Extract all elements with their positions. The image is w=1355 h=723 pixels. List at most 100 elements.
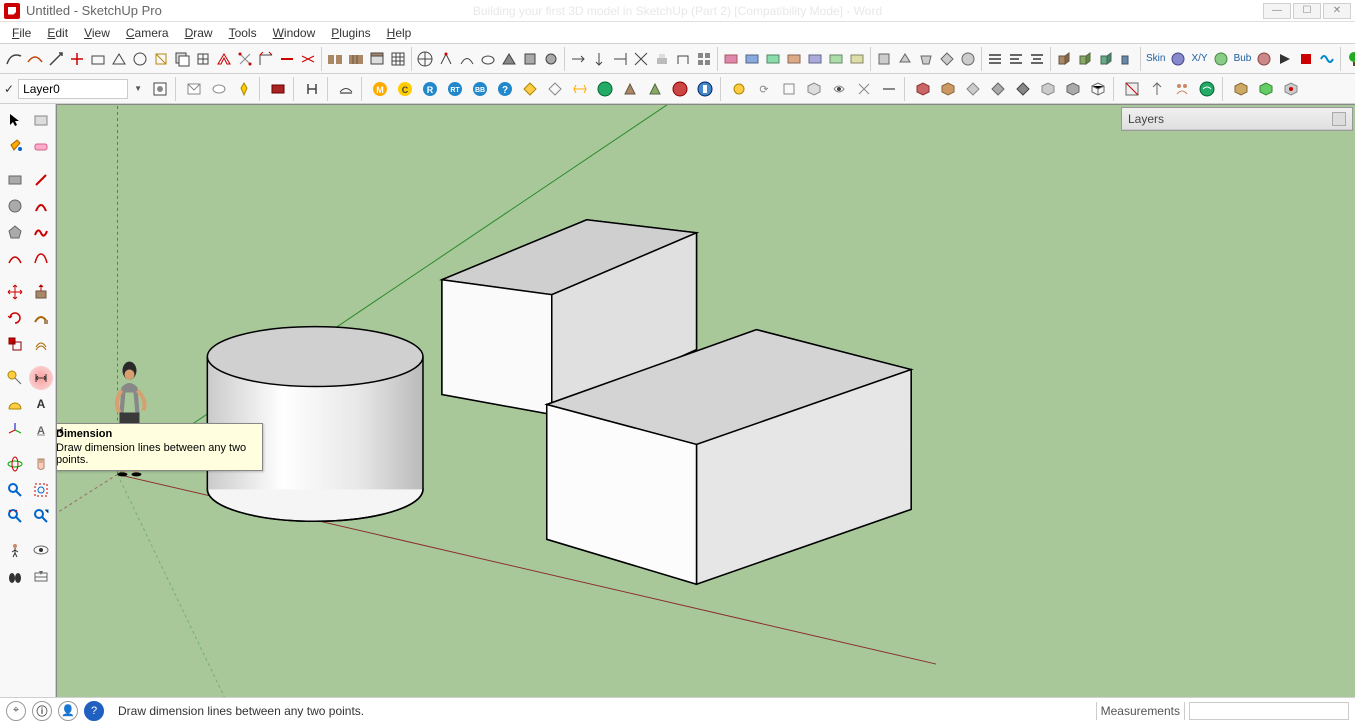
layers-panel-header[interactable]: Layers <box>1122 108 1352 130</box>
tool-icon[interactable] <box>936 77 960 101</box>
tool-icon[interactable] <box>1054 47 1074 71</box>
tool-icon[interactable] <box>266 77 290 101</box>
tool-icon[interactable] <box>721 47 741 71</box>
tool-icon[interactable]: ⟳ <box>752 77 776 101</box>
toolbar-label-xy[interactable]: X/Y <box>1189 53 1209 64</box>
tool-icon[interactable] <box>618 77 642 101</box>
tool-icon[interactable] <box>877 77 901 101</box>
tool-icon[interactable] <box>67 47 87 71</box>
menu-window[interactable]: Window <box>265 24 324 42</box>
round-icon-help[interactable]: ? <box>493 77 517 101</box>
tool-icon[interactable] <box>109 47 129 71</box>
round-icon-r[interactable]: R <box>418 77 442 101</box>
layers-panel-toggle[interactable] <box>1332 112 1346 126</box>
tool-icon[interactable] <box>593 77 617 101</box>
maximize-button[interactable]: ☐ <box>1293 3 1321 19</box>
tool-icon[interactable] <box>1086 77 1110 101</box>
tool-icon[interactable] <box>1117 47 1137 71</box>
tool-icon[interactable] <box>300 77 324 101</box>
round-icon-rt[interactable]: RT <box>443 77 467 101</box>
tool-icon[interactable] <box>961 77 985 101</box>
tool-icon[interactable] <box>610 47 630 71</box>
position-camera-icon[interactable] <box>3 538 27 562</box>
geo-location-icon[interactable]: ⌖ <box>6 701 26 721</box>
tool-icon[interactable] <box>784 47 804 71</box>
tool-icon[interactable] <box>518 77 542 101</box>
tool-icon[interactable] <box>436 47 456 71</box>
zoom-tool-icon[interactable] <box>3 478 27 502</box>
tool-icon[interactable] <box>1229 77 1253 101</box>
tool-icon[interactable] <box>852 77 876 101</box>
tool-icon[interactable] <box>1075 47 1095 71</box>
tool-icon[interactable] <box>388 47 408 71</box>
tool-icon[interactable] <box>986 77 1010 101</box>
tool-icon[interactable] <box>668 77 692 101</box>
menu-draw[interactable]: Draw <box>177 24 221 42</box>
tool-icon[interactable] <box>235 47 255 71</box>
tool-icon[interactable] <box>589 47 609 71</box>
menu-file[interactable]: File <box>4 24 39 42</box>
measurements-input[interactable] <box>1189 702 1349 720</box>
tree-icon[interactable] <box>1344 47 1355 71</box>
rectangle-tool-icon[interactable] <box>3 168 27 192</box>
close-button[interactable]: ✕ <box>1323 3 1351 19</box>
tool-icon[interactable] <box>1168 47 1188 71</box>
tool-icon[interactable] <box>1211 47 1231 71</box>
tool-icon[interactable] <box>232 77 256 101</box>
tool-icon[interactable] <box>1011 77 1035 101</box>
dimension-tool-icon[interactable] <box>29 366 53 390</box>
tool-icon[interactable] <box>1036 77 1060 101</box>
credits-icon[interactable]: ⓘ <box>32 701 52 721</box>
tool-icon[interactable] <box>652 47 672 71</box>
tool-icon[interactable] <box>673 47 693 71</box>
tool-icon[interactable] <box>1275 47 1295 71</box>
toolbar-label-skin[interactable]: Skin <box>1144 53 1167 64</box>
tool-icon[interactable] <box>1120 77 1144 101</box>
tool-icon[interactable] <box>172 47 192 71</box>
tool-icon[interactable] <box>520 47 540 71</box>
tool-icon[interactable] <box>130 47 150 71</box>
tool-icon[interactable] <box>847 47 867 71</box>
pan-tool-icon[interactable] <box>29 452 53 476</box>
tool-icon[interactable] <box>1195 77 1219 101</box>
move-tool-icon[interactable] <box>3 280 27 304</box>
tool-icon[interactable] <box>985 47 1005 71</box>
tool-icon[interactable] <box>568 47 588 71</box>
tool-icon[interactable] <box>1145 77 1169 101</box>
polygon-tool-icon[interactable] <box>3 220 27 244</box>
tool-icon[interactable] <box>802 77 826 101</box>
layer-visible-check[interactable]: ✓ <box>4 82 14 96</box>
tool-icon[interactable] <box>805 47 825 71</box>
round-icon-bb[interactable]: BB <box>468 77 492 101</box>
tool-icon[interactable] <box>151 47 171 71</box>
tool-icon[interactable] <box>457 47 477 71</box>
orbit-tool-icon[interactable] <box>3 452 27 476</box>
tool-icon[interactable] <box>742 47 762 71</box>
zoom-window-icon[interactable] <box>29 478 53 502</box>
tool-icon[interactable] <box>643 77 667 101</box>
3d-viewport[interactable]: Layers Dimension Draw dimension lines be… <box>56 104 1355 697</box>
followme-tool-icon[interactable] <box>29 306 53 330</box>
bezier-tool-icon[interactable] <box>29 246 53 270</box>
tool-icon[interactable] <box>826 47 846 71</box>
rotate-tool-icon[interactable] <box>3 306 27 330</box>
tool-icon[interactable] <box>763 47 783 71</box>
tool-icon[interactable] <box>543 77 567 101</box>
tool-icon[interactable] <box>911 77 935 101</box>
tool-icon[interactable] <box>1317 47 1337 71</box>
tool-icon[interactable] <box>214 47 234 71</box>
layers-panel[interactable]: Layers <box>1121 107 1353 131</box>
section-plane-icon[interactable] <box>29 564 53 588</box>
menu-camera[interactable]: Camera <box>118 24 177 42</box>
line-tool-icon[interactable] <box>29 168 53 192</box>
tool-icon[interactable] <box>827 77 851 101</box>
help-icon[interactable]: ? <box>84 701 104 721</box>
tool-icon[interactable] <box>88 47 108 71</box>
tool-icon[interactable] <box>193 47 213 71</box>
round-icon-m[interactable]: M <box>368 77 392 101</box>
tool-icon[interactable] <box>937 47 957 71</box>
3d-text-icon[interactable]: A <box>29 418 53 442</box>
round-icon-c[interactable]: C <box>393 77 417 101</box>
tool-icon[interactable] <box>1170 77 1194 101</box>
tool-icon[interactable] <box>325 47 345 71</box>
